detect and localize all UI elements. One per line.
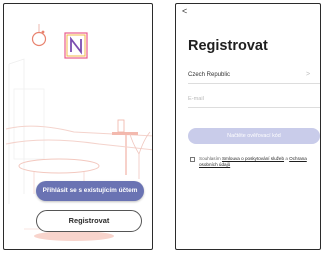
back-arrow-icon[interactable]: <: [182, 6, 187, 16]
plant: [129, 131, 151, 179]
consent-row: Souhlasím Smlouva o poskytování služeb a…: [190, 156, 320, 177]
get-verification-code-button[interactable]: Načtěte ověřovací kód: [188, 128, 320, 144]
terms-of-service-link[interactable]: Smlouva o poskytování služeb: [222, 156, 284, 161]
brand-logo-icon: [64, 32, 88, 59]
email-field[interactable]: E-mail: [188, 94, 320, 108]
page-title: Registrovat: [188, 38, 268, 54]
lamp-dot: [41, 30, 45, 34]
welcome-screen: Přihlásit se s existujícím účtem Registr…: [3, 3, 153, 250]
consent-text: Souhlasím Smlouva o poskytování služeb a…: [199, 156, 320, 168]
rug: [34, 231, 114, 241]
country-value: Czech Republic: [188, 72, 231, 78]
vase: [117, 119, 125, 133]
chevron-right-icon: >: [306, 71, 311, 78]
door-frame: [13, 88, 45, 160]
coffee-table: [18, 158, 100, 174]
side-table-leg: [125, 135, 127, 175]
email-placeholder: E-mail: [188, 96, 204, 102]
consent-prefix: Souhlasím: [199, 156, 222, 161]
register-button[interactable]: Registrovat: [36, 210, 142, 232]
wall-lines: [8, 58, 25, 204]
side-table-top: [112, 132, 138, 135]
country-selector[interactable]: Czech Republic >: [188, 70, 320, 84]
register-screen: < Registrovat Czech Republic > E-mail Na…: [175, 3, 321, 250]
lamp-shade: [31, 31, 47, 47]
sofa-line-2: [5, 139, 152, 151]
consent-checkbox[interactable]: [190, 157, 195, 162]
login-existing-account-button[interactable]: Přihlásit se s existujícím účtem: [36, 181, 144, 201]
